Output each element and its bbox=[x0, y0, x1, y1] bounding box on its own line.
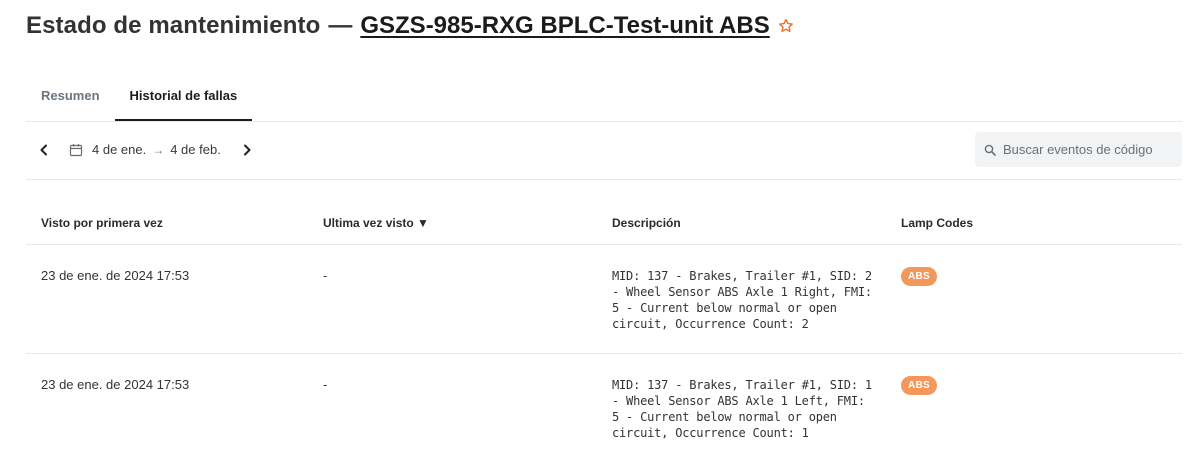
page-header: Estado de mantenimiento — GSZS-985-RXG B… bbox=[26, 12, 794, 40]
tab-historial-de-fallas[interactable]: Historial de fallas bbox=[114, 70, 253, 121]
fault-history-table: Visto por primera vez Ultima vez visto ▼… bbox=[26, 200, 1182, 461]
table-row[interactable]: 23 de ene. de 2024 17:53 - MID: 137 - Br… bbox=[26, 354, 1182, 461]
description-cell: MID: 137 - Brakes, Trailer #1, SID: 1 - … bbox=[612, 378, 872, 440]
date-to: 4 de feb. bbox=[170, 142, 221, 157]
date-toolbar: 4 de ene. → 4 de feb. bbox=[26, 122, 1182, 180]
chevron-left-icon bbox=[38, 144, 50, 156]
lamp-code-badge: ABS bbox=[901, 376, 938, 395]
last-seen-cell: - bbox=[323, 268, 328, 283]
previous-period-button[interactable] bbox=[35, 141, 53, 159]
vehicle-name-link[interactable]: GSZS-985-RXG BPLC-Test-unit ABS bbox=[360, 12, 769, 40]
table-header: Visto por primera vez Ultima vez visto ▼… bbox=[26, 200, 1182, 245]
arrow-right-icon: → bbox=[152, 142, 165, 157]
tab-bar: Resumen Historial de fallas bbox=[26, 70, 1182, 122]
table-row[interactable]: 23 de ene. de 2024 17:53 - MID: 137 - Br… bbox=[26, 245, 1182, 354]
title-separator: — bbox=[328, 12, 353, 39]
next-period-button[interactable] bbox=[238, 141, 256, 159]
chevron-right-icon bbox=[241, 144, 253, 156]
first-seen-cell: 23 de ene. de 2024 17:53 bbox=[41, 377, 190, 392]
column-header-description[interactable]: Descripción bbox=[612, 216, 681, 230]
column-header-last-seen[interactable]: Ultima vez visto ▼ bbox=[323, 216, 429, 230]
column-header-first-seen[interactable]: Visto por primera vez bbox=[41, 216, 163, 230]
first-seen-cell: 23 de ene. de 2024 17:53 bbox=[41, 268, 190, 283]
star-outline-icon[interactable] bbox=[778, 18, 794, 34]
tab-resumen[interactable]: Resumen bbox=[26, 70, 115, 121]
last-seen-cell: - bbox=[323, 377, 328, 392]
date-range-picker[interactable]: 4 de ene. → 4 de feb. bbox=[69, 142, 221, 157]
search-input[interactable] bbox=[1003, 142, 1173, 157]
description-cell: MID: 137 - Brakes, Trailer #1, SID: 2 - … bbox=[612, 269, 872, 331]
page-title: Estado de mantenimiento bbox=[26, 12, 321, 39]
lamp-code-badge: ABS bbox=[901, 267, 938, 286]
search-field[interactable] bbox=[975, 132, 1182, 167]
column-header-lamp-codes[interactable]: Lamp Codes bbox=[901, 216, 973, 230]
date-from: 4 de ene. bbox=[92, 142, 147, 157]
calendar-icon bbox=[69, 143, 83, 157]
search-icon bbox=[984, 144, 996, 156]
